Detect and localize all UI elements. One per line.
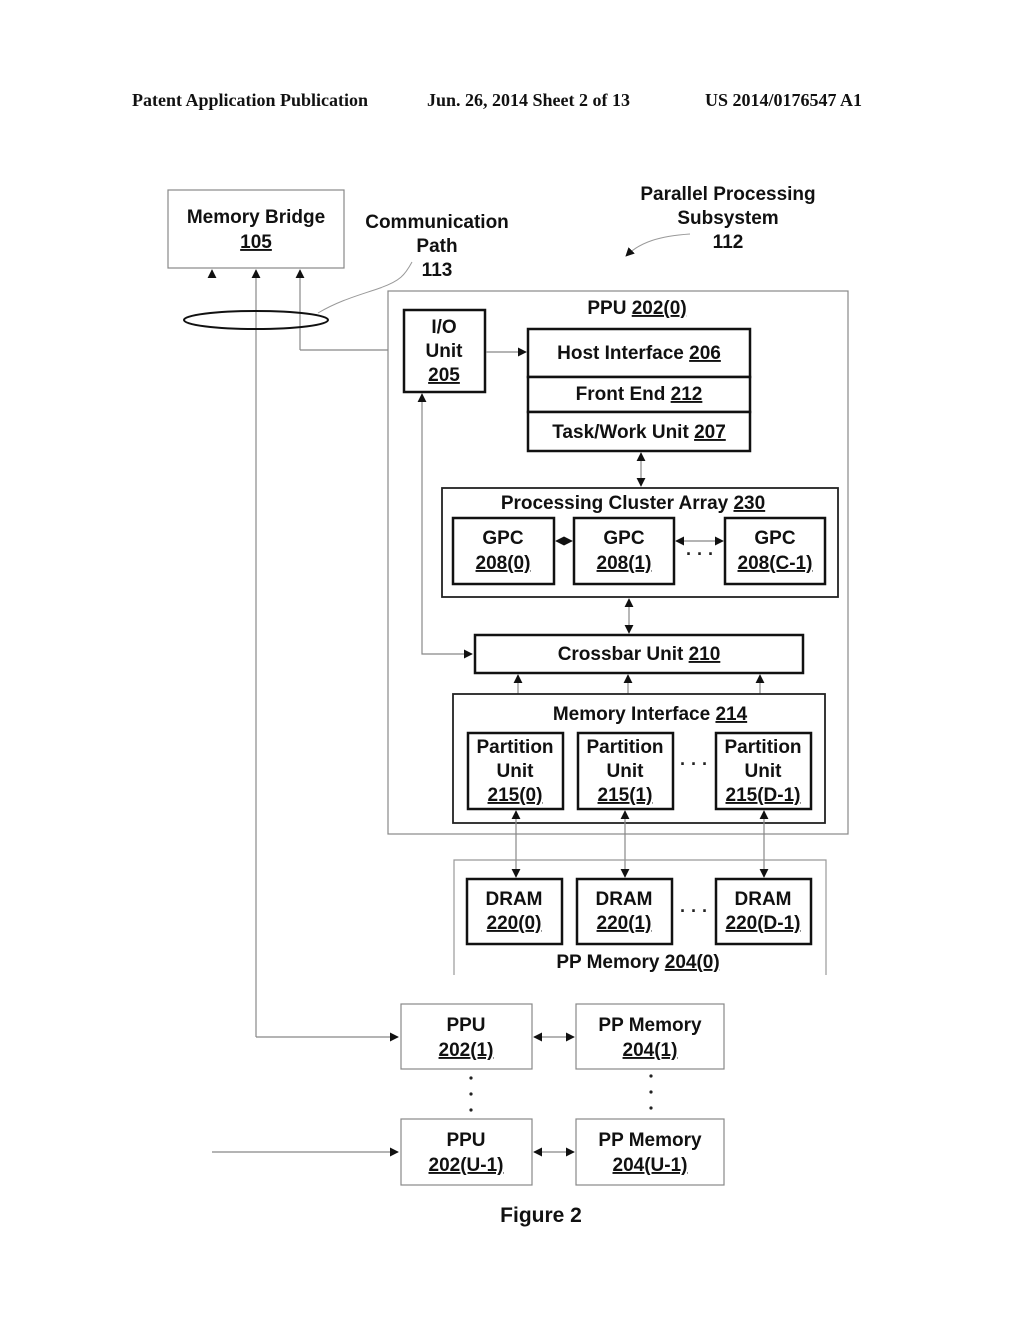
partition-unit-d1-block: Partition Unit 215(D-1) bbox=[714, 731, 813, 811]
gpc-c1-block: GPC 208(C-1) bbox=[723, 516, 827, 586]
svg-text:204(1): 204(1) bbox=[623, 1040, 678, 1061]
svg-text:Front End 212: Front End 212 bbox=[576, 384, 703, 405]
svg-text:PP Memory: PP Memory bbox=[598, 1130, 702, 1151]
svg-text:Communication: Communication bbox=[365, 212, 509, 233]
svg-text:208(0): 208(0) bbox=[476, 553, 531, 574]
ppu1-block: PPU 202(1) bbox=[400, 1003, 533, 1070]
svg-text:202(U-1): 202(U-1) bbox=[429, 1155, 504, 1176]
front-end-block: Front End 212 bbox=[526, 375, 752, 414]
svg-text:208(1): 208(1) bbox=[597, 553, 652, 574]
svg-text:Partition: Partition bbox=[724, 737, 801, 758]
dram-ellipsis: · · · bbox=[680, 901, 708, 921]
crossbar-unit-block: Crossbar Unit 210 bbox=[473, 633, 805, 675]
ppuU-block: PPU 202(U-1) bbox=[400, 1118, 533, 1186]
ppu0-label: PPU 202(0) bbox=[587, 298, 686, 319]
io-unit-block: I/O Unit 205 bbox=[402, 308, 487, 394]
svg-text:208(C-1): 208(C-1) bbox=[738, 553, 813, 574]
svg-text:215(D-1): 215(D-1) bbox=[726, 785, 801, 806]
figure-caption: Figure 2 bbox=[500, 1204, 582, 1227]
ppu-vertical-ellipsis bbox=[469, 1076, 473, 1112]
svg-text:Unit: Unit bbox=[607, 761, 645, 782]
gpc-0-block: GPC 208(0) bbox=[451, 516, 556, 586]
host-interface-block: Host Interface 206 bbox=[526, 327, 752, 379]
svg-text:113: 113 bbox=[422, 260, 453, 281]
memory-bridge-label: Memory Bridge bbox=[187, 207, 325, 228]
svg-text:220(1): 220(1) bbox=[597, 913, 652, 934]
pp-memory1-block: PP Memory 204(1) bbox=[575, 1003, 725, 1070]
dram-d1-block: DRAM 220(D-1) bbox=[714, 877, 813, 946]
partition-unit-1-block: Partition Unit 215(1) bbox=[576, 731, 675, 811]
svg-text:215(1): 215(1) bbox=[598, 785, 653, 806]
gpc-ellipsis: · · · bbox=[686, 544, 714, 564]
svg-text:Host Interface 206: Host Interface 206 bbox=[557, 343, 721, 364]
svg-text:Parallel Processing: Parallel Processing bbox=[640, 184, 815, 205]
svg-text:Subsystem: Subsystem bbox=[677, 208, 778, 229]
gpc-1-block: GPC 208(1) bbox=[572, 516, 676, 586]
svg-text:205: 205 bbox=[428, 365, 460, 386]
svg-text:PPU: PPU bbox=[446, 1130, 485, 1151]
memory-interface-label: Memory Interface 214 bbox=[553, 704, 748, 725]
svg-text:Unit: Unit bbox=[497, 761, 535, 782]
pps-pointer-arrow bbox=[625, 233, 691, 257]
svg-text:220(D-1): 220(D-1) bbox=[726, 913, 801, 934]
svg-text:DRAM: DRAM bbox=[596, 889, 653, 910]
pca-label: Processing Cluster Array 230 bbox=[501, 493, 765, 514]
memory-bridge-block: Memory Bridge 105 bbox=[167, 189, 345, 269]
svg-text:DRAM: DRAM bbox=[486, 889, 543, 910]
svg-text:Partition: Partition bbox=[586, 737, 663, 758]
svg-text:Unit: Unit bbox=[745, 761, 783, 782]
communication-path-label: Communication Path 113 bbox=[365, 212, 509, 281]
svg-text:DRAM: DRAM bbox=[735, 889, 792, 910]
task-work-unit-block: Task/Work Unit 207 bbox=[526, 410, 752, 453]
pp-memoryU-block: PP Memory 204(U-1) bbox=[575, 1118, 725, 1186]
dram-0-block: DRAM 220(0) bbox=[465, 877, 564, 946]
svg-text:PPU: PPU bbox=[446, 1015, 485, 1036]
partition-unit-0-block: Partition Unit 215(0) bbox=[466, 731, 565, 811]
ppmem-vertical-ellipsis bbox=[649, 1074, 653, 1110]
svg-text:215(0): 215(0) bbox=[488, 785, 543, 806]
partition-ellipsis: · · · bbox=[680, 754, 708, 774]
svg-text:I/O: I/O bbox=[431, 317, 456, 338]
svg-text:GPC: GPC bbox=[754, 528, 795, 549]
svg-text:Task/Work Unit 207: Task/Work Unit 207 bbox=[552, 422, 726, 443]
svg-text:112: 112 bbox=[713, 232, 744, 253]
svg-text:PP Memory: PP Memory bbox=[598, 1015, 702, 1036]
svg-text:202(1): 202(1) bbox=[439, 1040, 494, 1061]
svg-text:GPC: GPC bbox=[603, 528, 644, 549]
svg-text:Path: Path bbox=[416, 236, 457, 257]
block-diagram: Memory Bridge 105 Communication Path 113… bbox=[167, 184, 849, 1227]
pps-label: Parallel Processing Subsystem 112 bbox=[640, 184, 815, 253]
dram-1-block: DRAM 220(1) bbox=[575, 877, 674, 946]
memory-bridge-ref: 105 bbox=[240, 232, 272, 253]
pp-memory0-label: PP Memory 204(0) bbox=[556, 952, 719, 973]
svg-text:Partition: Partition bbox=[476, 737, 553, 758]
svg-text:Crossbar Unit 210: Crossbar Unit 210 bbox=[558, 644, 721, 665]
svg-text:204(U-1): 204(U-1) bbox=[613, 1155, 688, 1176]
svg-text:220(0): 220(0) bbox=[487, 913, 542, 934]
svg-text:Unit: Unit bbox=[426, 341, 464, 362]
svg-text:GPC: GPC bbox=[482, 528, 523, 549]
